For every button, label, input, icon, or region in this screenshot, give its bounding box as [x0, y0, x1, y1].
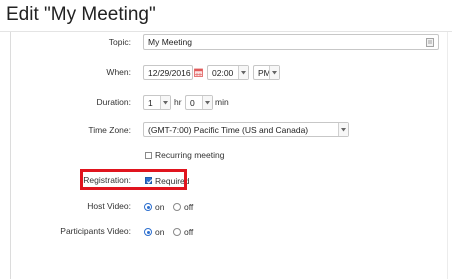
host-video-on-label: on: [155, 202, 165, 212]
timezone-select-value: (GMT-7:00) Pacific Time (US and Canada): [148, 125, 309, 135]
date-input[interactable]: 12/29/2016: [143, 65, 193, 80]
when-label: When:: [106, 67, 131, 77]
host-video-off-radio[interactable]: [173, 203, 181, 211]
form-right-border: [447, 32, 448, 279]
chevron-down-icon: [202, 96, 212, 109]
host-video-off-label: off: [184, 202, 194, 212]
chevron-down-icon: [338, 123, 348, 136]
notepad-icon: [426, 38, 434, 47]
time-select-value: 02:00: [212, 68, 234, 78]
duration-hours-select[interactable]: 1: [143, 95, 171, 110]
page-title: Edit "My Meeting": [6, 4, 156, 25]
chevron-down-icon: [238, 66, 248, 79]
chevron-down-icon: [269, 66, 279, 79]
host-video-on-radio[interactable]: [144, 203, 152, 211]
registration-highlight-box: [80, 169, 187, 190]
participants-video-on-label: on: [155, 227, 165, 237]
participants-video-off-radio[interactable]: [173, 228, 181, 236]
topic-input-value: My Meeting: [148, 37, 192, 47]
form-left-border: [10, 32, 11, 279]
host-video-label: Host Video:: [87, 201, 131, 211]
recurring-label: Recurring meeting: [155, 150, 225, 160]
topic-input[interactable]: My Meeting: [143, 34, 439, 50]
duration-label: Duration:: [96, 97, 132, 107]
chevron-down-icon: [160, 96, 170, 109]
timezone-label: Time Zone:: [88, 125, 131, 135]
participants-video-on-radio[interactable]: [144, 228, 152, 236]
recurring-checkbox[interactable]: [145, 152, 152, 159]
topic-label: Topic:: [108, 37, 131, 47]
timezone-select[interactable]: (GMT-7:00) Pacific Time (US and Canada): [143, 122, 349, 137]
participants-video-label: Participants Video:: [60, 226, 131, 236]
duration-hr-label: hr: [174, 97, 182, 107]
duration-minutes-select[interactable]: 0: [185, 95, 213, 110]
duration-minutes-value: 0: [190, 98, 195, 108]
ampm-select[interactable]: PM: [253, 65, 280, 80]
duration-hours-value: 1: [148, 98, 153, 108]
calendar-icon[interactable]: [194, 68, 203, 77]
time-select[interactable]: 02:00: [207, 65, 249, 80]
title-divider: [0, 31, 452, 32]
participants-video-off-label: off: [184, 227, 194, 237]
duration-min-label: min: [215, 97, 229, 107]
